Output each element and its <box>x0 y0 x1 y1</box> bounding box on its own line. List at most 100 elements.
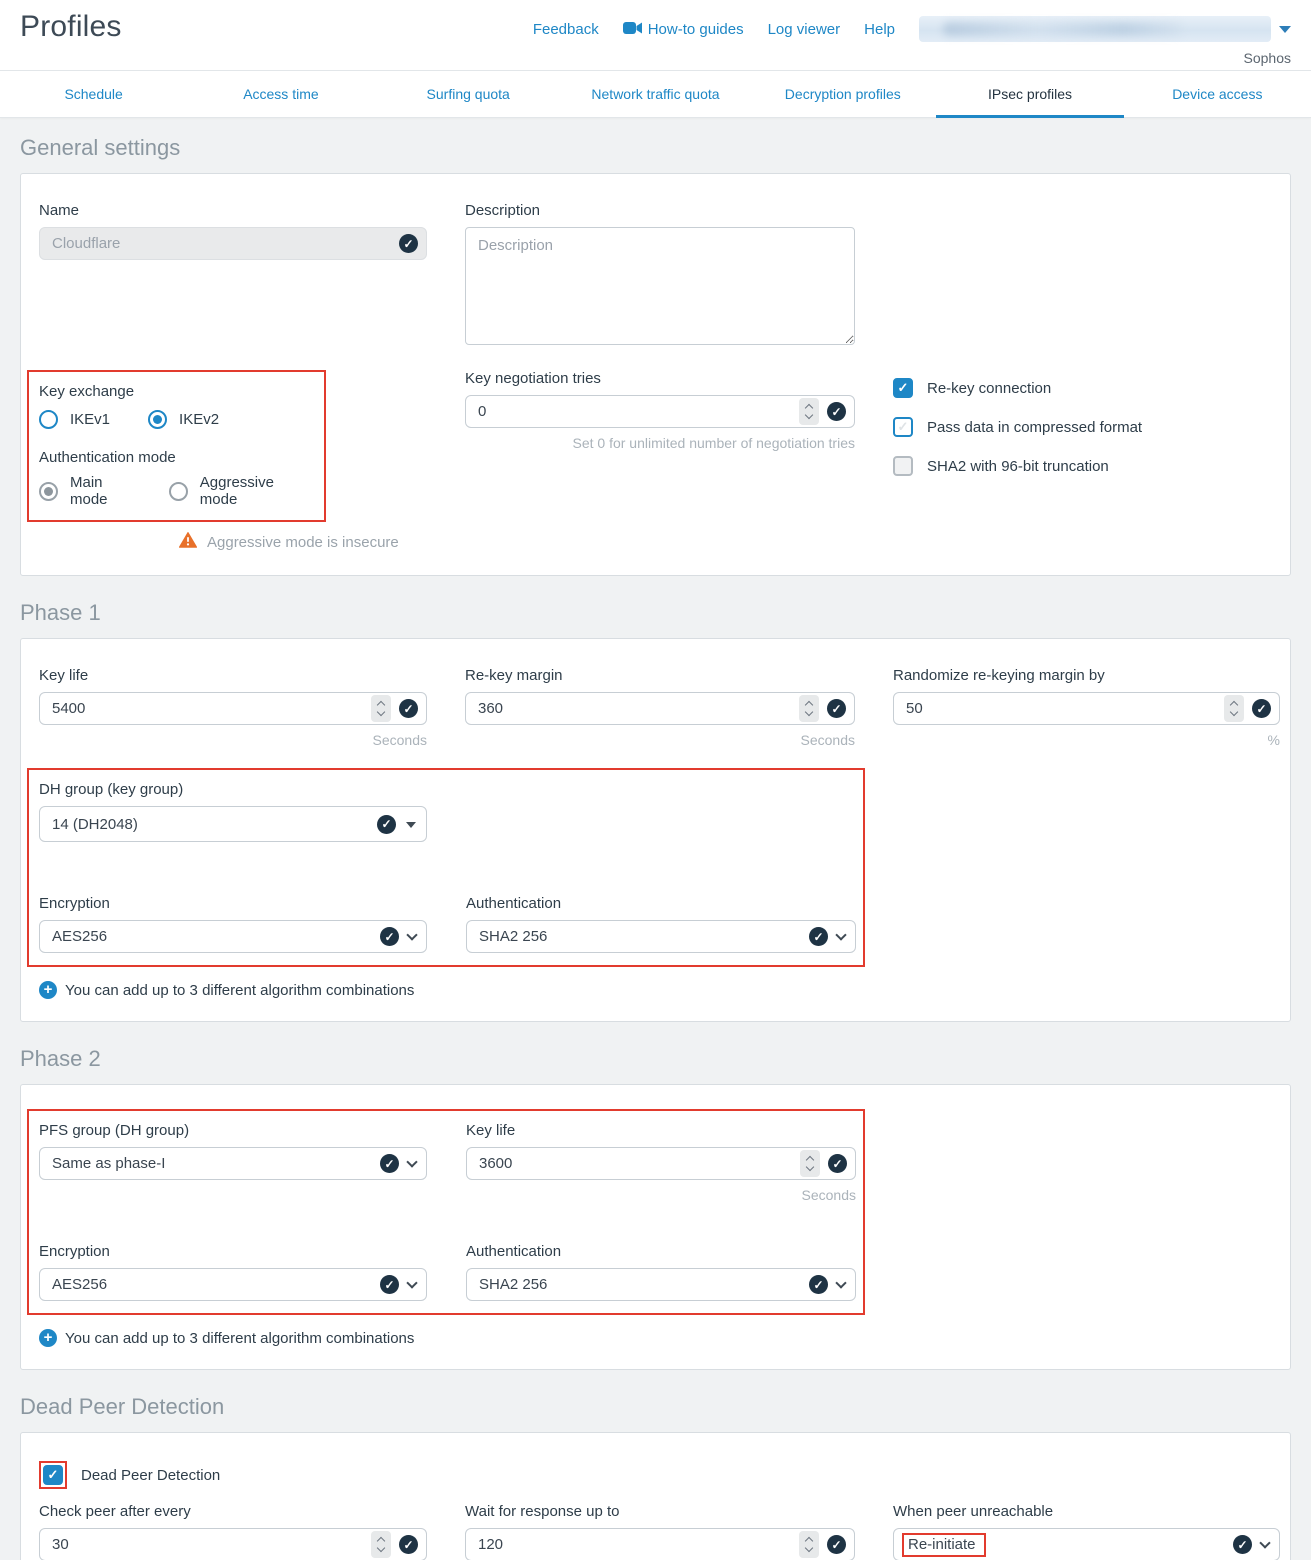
number-stepper[interactable] <box>371 1531 391 1558</box>
add-icon[interactable] <box>39 1329 57 1347</box>
p2-encryption-select[interactable]: AES256 <box>39 1268 427 1301</box>
device-selector[interactable] <box>919 16 1291 42</box>
video-camera-icon <box>623 21 642 38</box>
p2-key-life-input <box>466 1147 856 1180</box>
tab-device-access[interactable]: Device access <box>1124 71 1311 117</box>
name-field: Name <box>39 202 427 260</box>
tab-network-traffic-quota[interactable]: Network traffic quota <box>562 71 749 117</box>
p1-dh-group-field: DH group (key group) 14 (DH2048) <box>39 781 427 842</box>
p2-pfs-group-select[interactable]: Same as phase-I <box>39 1147 427 1180</box>
number-stepper[interactable] <box>799 1531 819 1558</box>
dpd-heading: Dead Peer Detection <box>20 1394 1291 1420</box>
phase2-panel: PFS group (DH group) Same as phase-I Key… <box>20 1084 1291 1370</box>
p2-pfs-group-label: PFS group (DH group) <box>39 1122 427 1139</box>
p1-key-life-field: Key life Seconds <box>39 667 427 748</box>
p2-encryption-value: AES256 <box>42 1276 380 1293</box>
key-exchange-label: Key exchange <box>39 383 314 400</box>
rekey-connection-checkbox[interactable] <box>893 378 913 398</box>
dpd-checkbox-annotation-box <box>39 1461 67 1489</box>
p1-rekey-margin-value[interactable] <box>468 700 799 717</box>
p1-dh-group-label: DH group (key group) <box>39 781 427 798</box>
dropdown-caret-icon <box>406 822 416 828</box>
p2-add-note-text: You can add up to 3 different algorithm … <box>65 1330 414 1347</box>
valid-check-icon <box>377 815 396 834</box>
description-textarea[interactable] <box>465 227 855 345</box>
dpd-unreachable-annotation-box: Re-initiate <box>902 1533 986 1557</box>
number-stepper[interactable] <box>1224 695 1244 722</box>
dpd-enable-checkbox[interactable] <box>43 1465 63 1485</box>
number-stepper[interactable] <box>799 695 819 722</box>
log-viewer-link[interactable]: Log viewer <box>768 21 841 38</box>
dpd-check-peer-value[interactable] <box>42 1536 371 1553</box>
ikev2-label: IKEv2 <box>179 411 219 428</box>
compressed-format-checkbox[interactable] <box>893 417 913 437</box>
brand-label: Sophos <box>1244 50 1291 66</box>
dpd-check-peer-label: Check peer after every <box>39 1503 427 1520</box>
key-negotiation-input-value[interactable] <box>468 403 799 420</box>
dpd-enable-label: Dead Peer Detection <box>81 1467 220 1484</box>
add-icon[interactable] <box>39 981 57 999</box>
p1-encryption-field: Encryption AES256 <box>39 895 427 953</box>
p2-pfs-group-field: PFS group (DH group) Same as phase-I <box>39 1122 427 1180</box>
valid-check-icon <box>809 1275 828 1294</box>
chevron-down-icon <box>835 1277 846 1288</box>
compressed-format-row: Pass data in compressed format <box>893 417 1280 437</box>
valid-check-icon <box>1252 699 1271 718</box>
howto-guides-link[interactable]: How-to guides <box>623 21 744 38</box>
p2-key-life-value[interactable] <box>469 1155 800 1172</box>
ikev1-radio[interactable] <box>39 410 58 429</box>
phase1-algorithms-annotation-box: DH group (key group) 14 (DH2048) Encrypt… <box>27 768 865 967</box>
number-stepper[interactable] <box>799 398 819 425</box>
header-links: Feedback How-to guides Log viewer Help <box>533 16 1291 42</box>
p1-key-life-value[interactable] <box>42 700 371 717</box>
p1-dh-group-value: 14 (DH2048) <box>42 816 377 833</box>
p1-encryption-label: Encryption <box>39 895 427 912</box>
tab-access-time[interactable]: Access time <box>187 71 374 117</box>
sha2-truncation-label: SHA2 with 96-bit truncation <box>927 458 1109 475</box>
phase2-heading: Phase 2 <box>20 1046 1291 1072</box>
number-stepper[interactable] <box>800 1150 820 1177</box>
phase1-heading: Phase 1 <box>20 600 1291 626</box>
feedback-link[interactable]: Feedback <box>533 21 599 38</box>
sha2-truncation-checkbox[interactable] <box>893 456 913 476</box>
p1-randomize-value[interactable] <box>896 700 1224 717</box>
dpd-check-peer-input <box>39 1528 427 1560</box>
chevron-down-icon <box>406 1156 417 1167</box>
number-stepper[interactable] <box>371 695 391 722</box>
p1-rekey-margin-input <box>465 692 855 725</box>
p1-rekey-margin-unit: Seconds <box>465 732 855 748</box>
p1-key-life-input <box>39 692 427 725</box>
chevron-down-icon[interactable] <box>1279 26 1291 33</box>
dpd-unreachable-select[interactable]: Re-initiate <box>893 1528 1280 1560</box>
dpd-wait-label: Wait for response up to <box>465 1503 855 1520</box>
dpd-wait-input <box>465 1528 855 1560</box>
valid-check-icon <box>399 699 418 718</box>
p1-encryption-select[interactable]: AES256 <box>39 920 427 953</box>
phase1-panel: Key life Seconds Re-key margin Seconds <box>20 638 1291 1022</box>
p1-authentication-value: SHA2 256 <box>469 928 809 945</box>
ikev2-radio[interactable] <box>148 410 167 429</box>
aggressive-mode-label: Aggressive mode <box>200 474 314 508</box>
tab-surfing-quota[interactable]: Surfing quota <box>375 71 562 117</box>
main-mode-radio[interactable] <box>39 482 58 501</box>
p2-key-life-field: Key life Seconds <box>466 1122 856 1203</box>
tab-schedule[interactable]: Schedule <box>0 71 187 117</box>
tab-decryption-profiles[interactable]: Decryption profiles <box>749 71 936 117</box>
p1-authentication-select[interactable]: SHA2 256 <box>466 920 856 953</box>
chevron-down-icon <box>406 1277 417 1288</box>
tab-ipsec-profiles[interactable]: IPsec profiles <box>936 71 1123 117</box>
dpd-unreachable-field: When peer unreachable Re-initiate <box>893 1503 1280 1560</box>
name-input <box>39 227 427 260</box>
general-checkboxes: Re-key connection Pass data in compresse… <box>893 378 1280 495</box>
dpd-wait-value[interactable] <box>468 1536 799 1553</box>
p2-encryption-field: Encryption AES256 <box>39 1243 427 1301</box>
aggressive-mode-radio[interactable] <box>169 482 188 501</box>
key-negotiation-help: Set 0 for unlimited number of negotiatio… <box>465 435 855 451</box>
help-link[interactable]: Help <box>864 21 895 38</box>
valid-check-icon <box>380 1275 399 1294</box>
key-exchange-radios: IKEv1 IKEv2 <box>39 410 314 429</box>
p1-dh-group-select[interactable]: 14 (DH2048) <box>39 806 427 842</box>
p1-randomize-field: Randomize re-keying margin by % <box>893 667 1280 748</box>
valid-check-icon <box>828 1154 847 1173</box>
p2-authentication-select[interactable]: SHA2 256 <box>466 1268 856 1301</box>
